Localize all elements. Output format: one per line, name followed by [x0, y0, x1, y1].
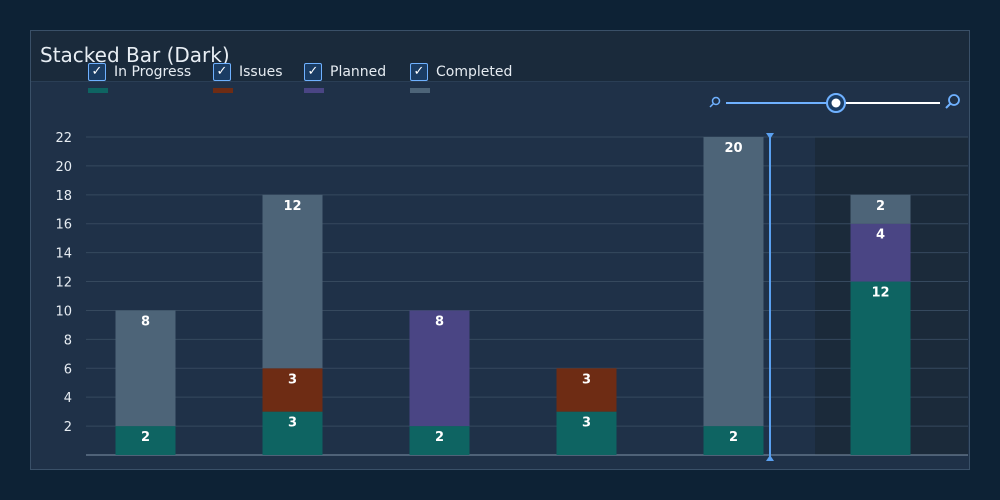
legend-swatch: [304, 88, 324, 93]
checkbox-checked-icon[interactable]: ✓: [88, 63, 106, 81]
zoom-slider[interactable]: [708, 92, 960, 116]
data-label: 3: [288, 416, 297, 431]
y-tick-label: 20: [55, 160, 72, 175]
data-label: 8: [435, 314, 444, 329]
data-label: 3: [582, 416, 591, 431]
y-tick-label: 10: [55, 304, 72, 319]
y-tick-label: 16: [55, 218, 72, 233]
chart-legend: ✓ In Progress ✓ Issues ✓ Planned ✓ Completed: [0, 63, 1000, 93]
zoom-out-icon[interactable]: [709, 96, 721, 108]
y-tick-label: 8: [64, 333, 72, 348]
y-tick-label: 18: [55, 189, 72, 204]
y-tick-label: 4: [64, 391, 72, 406]
data-label: 3: [582, 372, 591, 387]
zoom-in-icon[interactable]: [945, 94, 960, 109]
data-label: 2: [435, 430, 444, 445]
slider-handle[interactable]: [826, 93, 846, 113]
legend-swatch: [410, 88, 430, 93]
data-label: 2: [876, 199, 885, 214]
legend-swatch: [88, 88, 108, 93]
bar-segment[interactable]: [262, 194, 323, 369]
y-tick-label: 22: [55, 131, 72, 146]
checkbox-checked-icon[interactable]: ✓: [304, 63, 322, 81]
data-label: 3: [288, 372, 297, 387]
data-label: 8: [141, 314, 150, 329]
legend-label: In Progress: [114, 64, 192, 80]
legend-label: Issues: [239, 64, 283, 80]
y-tick-label: 12: [55, 276, 72, 291]
checkbox-checked-icon[interactable]: ✓: [410, 63, 428, 81]
legend-label: Completed: [436, 64, 513, 80]
y-tick-label: 6: [64, 362, 72, 377]
y-tick-label: 14: [55, 247, 72, 262]
legend-label: Planned: [330, 64, 387, 80]
bar-segment[interactable]: [850, 281, 911, 455]
y-tick-label: 2: [64, 420, 72, 435]
data-label: 12: [871, 286, 889, 301]
data-label: 4: [876, 228, 885, 243]
data-label: 2: [141, 430, 150, 445]
bar-segment[interactable]: [703, 137, 764, 427]
checkbox-checked-icon[interactable]: ✓: [213, 63, 231, 81]
legend-swatch: [213, 88, 233, 93]
cursor-top-marker: [766, 133, 774, 139]
cursor-bottom-marker: [766, 455, 774, 461]
data-label: 12: [283, 199, 301, 214]
data-label: 20: [724, 141, 742, 156]
data-label: 2: [729, 430, 738, 445]
